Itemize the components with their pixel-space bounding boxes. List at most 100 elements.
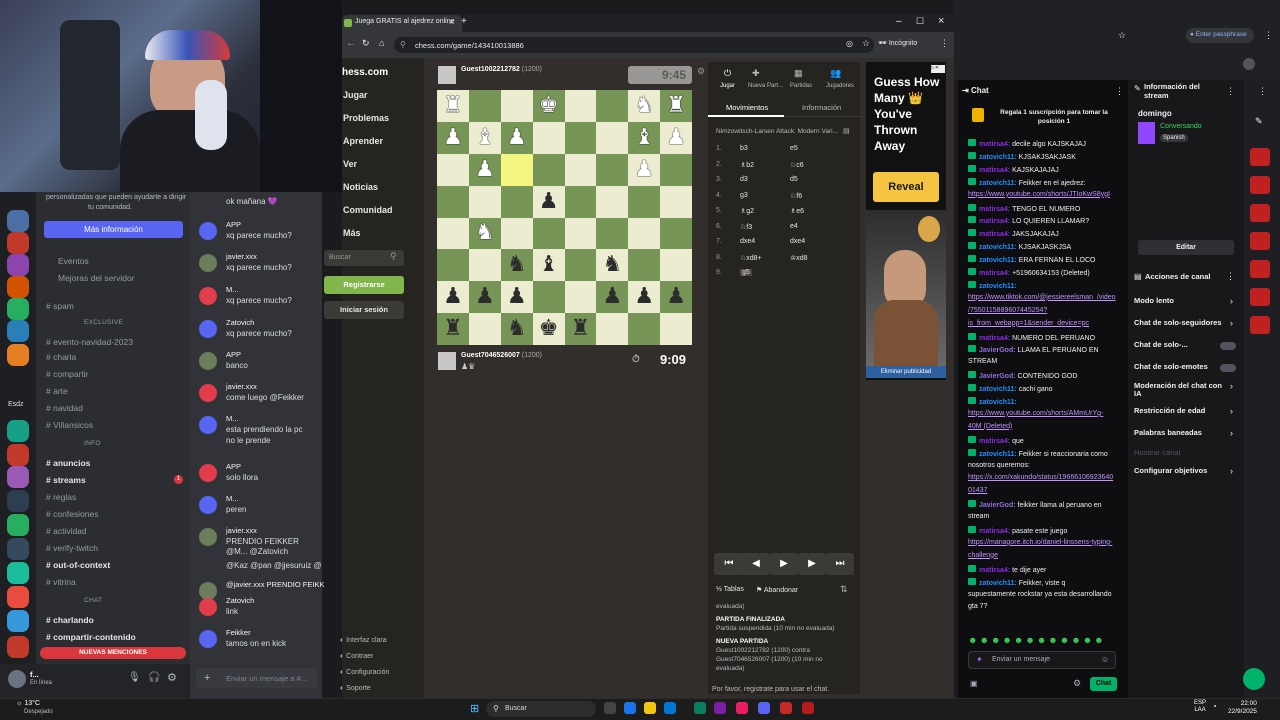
chess-piece[interactable]: ♞ [602,254,622,276]
dock-button[interactable] [1250,176,1270,194]
gear-icon[interactable]: ⚙ [1073,678,1081,689]
board-square[interactable] [596,153,629,186]
server-icon[interactable] [7,490,29,512]
chat-message[interactable]: matirsa4: pasate este juego [968,526,1067,535]
more-info-button[interactable]: Más información [44,221,183,238]
dock-button[interactable] [1250,288,1270,306]
nav-item-comunidad[interactable]: Comunidad [343,205,393,215]
chat-username[interactable]: matirsa4: [979,206,1012,213]
board-square[interactable] [596,185,629,218]
chat-message[interactable]: zatovich11: [968,280,1017,290]
server-improvements-link[interactable]: Mejoras del servidor [58,273,135,283]
dock-button[interactable] [1250,316,1270,334]
server-icon[interactable] [7,232,29,254]
app-icon[interactable] [802,702,814,714]
board-square[interactable] [628,185,661,218]
chat-username[interactable]: zatovich11: [979,386,1019,393]
nav-item-ver[interactable]: Ver [343,159,357,169]
profile-icon[interactable] [1243,58,1255,70]
tab-icon[interactable]: 👥 [830,68,841,79]
board-square[interactable] [437,185,469,218]
chat-username[interactable]: matirsa4: [979,141,1012,148]
chat-username[interactable]: zatovich11: [979,180,1019,187]
chess-piece[interactable]: ♜ [443,318,463,340]
chat-message[interactable]: matirsa4: KAJSKAJAJAJ [968,164,1059,174]
channel-item[interactable]: # out-of-context [46,560,110,570]
chat-username[interactable]: JavierGod: [979,502,1018,509]
board-square[interactable] [437,249,469,282]
taskbar-search[interactable] [486,701,596,717]
pencil-icon[interactable]: ✎ [1255,116,1263,127]
board-square[interactable] [564,153,597,186]
chat-message[interactable]: JavierGod: LLAMA EL PERUANO EN [968,345,1099,354]
chess-piece[interactable]: ♞ [507,318,527,340]
board-square[interactable] [660,185,692,218]
chess-piece[interactable]: ♟ [666,126,686,149]
board-square[interactable] [596,313,629,345]
chat-message[interactable]: https://managore.itch.io/daniel-linssens… [968,539,1112,546]
events-link[interactable]: Eventos [58,256,89,266]
chat-message[interactable]: JavierGod: CONTENIDO GOD [968,371,1077,380]
channel-category[interactable]: CHAT [84,597,102,604]
board-square[interactable]: ♝ [532,249,565,282]
board-square[interactable]: ♟ [660,281,692,314]
nav-item-problemas[interactable]: Problemas [343,113,389,123]
server-icon[interactable] [7,254,29,276]
move-black[interactable]: ♔xd8 [790,254,808,262]
move-black[interactable]: d5 [790,176,798,183]
resign-button[interactable]: ⚑ Abandonar [756,586,798,594]
move-white[interactable]: g3 [740,192,748,199]
mic-icon[interactable]: 🎙 [128,672,141,683]
channel-item[interactable]: # compartir [46,369,89,379]
board-square[interactable]: ♞ [468,217,501,250]
chat-message[interactable]: JavierGod: feikker llama al peruano en [968,500,1102,509]
board-square[interactable] [500,153,533,186]
message-author[interactable]: javier.xxx [226,526,257,535]
chat-message[interactable]: zatovich11: KJSAKJSAKJASK [968,151,1076,161]
dock-button[interactable] [1250,204,1270,222]
channel-item[interactable]: # Villansicos [46,420,93,430]
server-icon[interactable] [7,562,29,584]
avatar[interactable] [199,416,217,434]
board-square[interactable] [628,313,661,345]
channel-item[interactable]: # compartir-contenido [46,632,136,642]
board-square[interactable]: ♝ [628,121,661,154]
chat-username[interactable]: matirsa4: [979,218,1012,225]
chess-piece[interactable]: ♟ [634,286,654,308]
dock-button[interactable] [1250,260,1270,278]
footer-link[interactable]: ◐ Interfaz clara [340,637,387,644]
chat-message[interactable]: zatovich11: KJSAKJASKJSA [968,242,1071,251]
register-button[interactable]: Registrarse [324,276,404,294]
chat-message[interactable]: challenge [968,552,998,559]
chat-send-button[interactable]: Chat [1090,677,1117,691]
move-white[interactable]: ♘f3 [740,223,752,231]
tab-icon[interactable]: ✚ [752,68,760,79]
top-tab-2[interactable]: Partidas [790,83,812,89]
chat-text[interactable]: challenge [968,552,998,559]
chat-text[interactable]: https://x.com/xakundo/status/19666106923… [968,474,1113,481]
board-square[interactable] [660,313,692,345]
edit-button[interactable]: Editar [1138,240,1234,255]
app-icon[interactable] [624,702,636,714]
chat-message[interactable]: 40M (Deleted) [968,423,1012,430]
channel-action[interactable]: Chat de solo-emotes [1134,363,1226,371]
new-tab-icon[interactable]: + [461,16,467,27]
top-tab-3[interactable]: Jugadores [826,83,854,89]
board-square[interactable] [532,281,565,314]
channel-item[interactable]: # streams [46,475,86,485]
board-square[interactable]: ♞ [500,313,533,345]
channel-action[interactable]: Moderación del chat con IA [1134,382,1226,398]
chess-piece[interactable]: ♚ [539,94,559,117]
chat-message[interactable]: zatovich11: Feikker en el ajedrez: [968,177,1086,187]
chess-piece[interactable]: ♟ [634,158,654,181]
chat-username[interactable]: matirsa4: [979,270,1012,277]
channel-action[interactable]: Palabras baneadas [1134,429,1226,437]
channel-item[interactable]: # charlando [46,615,94,625]
board-square[interactable]: ♟ [500,121,533,154]
server-icon[interactable] [7,444,29,466]
board-square[interactable] [564,281,597,314]
channel-item[interactable]: # reglas [46,492,76,502]
server-icon[interactable] [7,420,29,442]
app-icon[interactable] [664,702,676,714]
menu-dots-icon[interactable]: ⋮ [1264,30,1273,41]
